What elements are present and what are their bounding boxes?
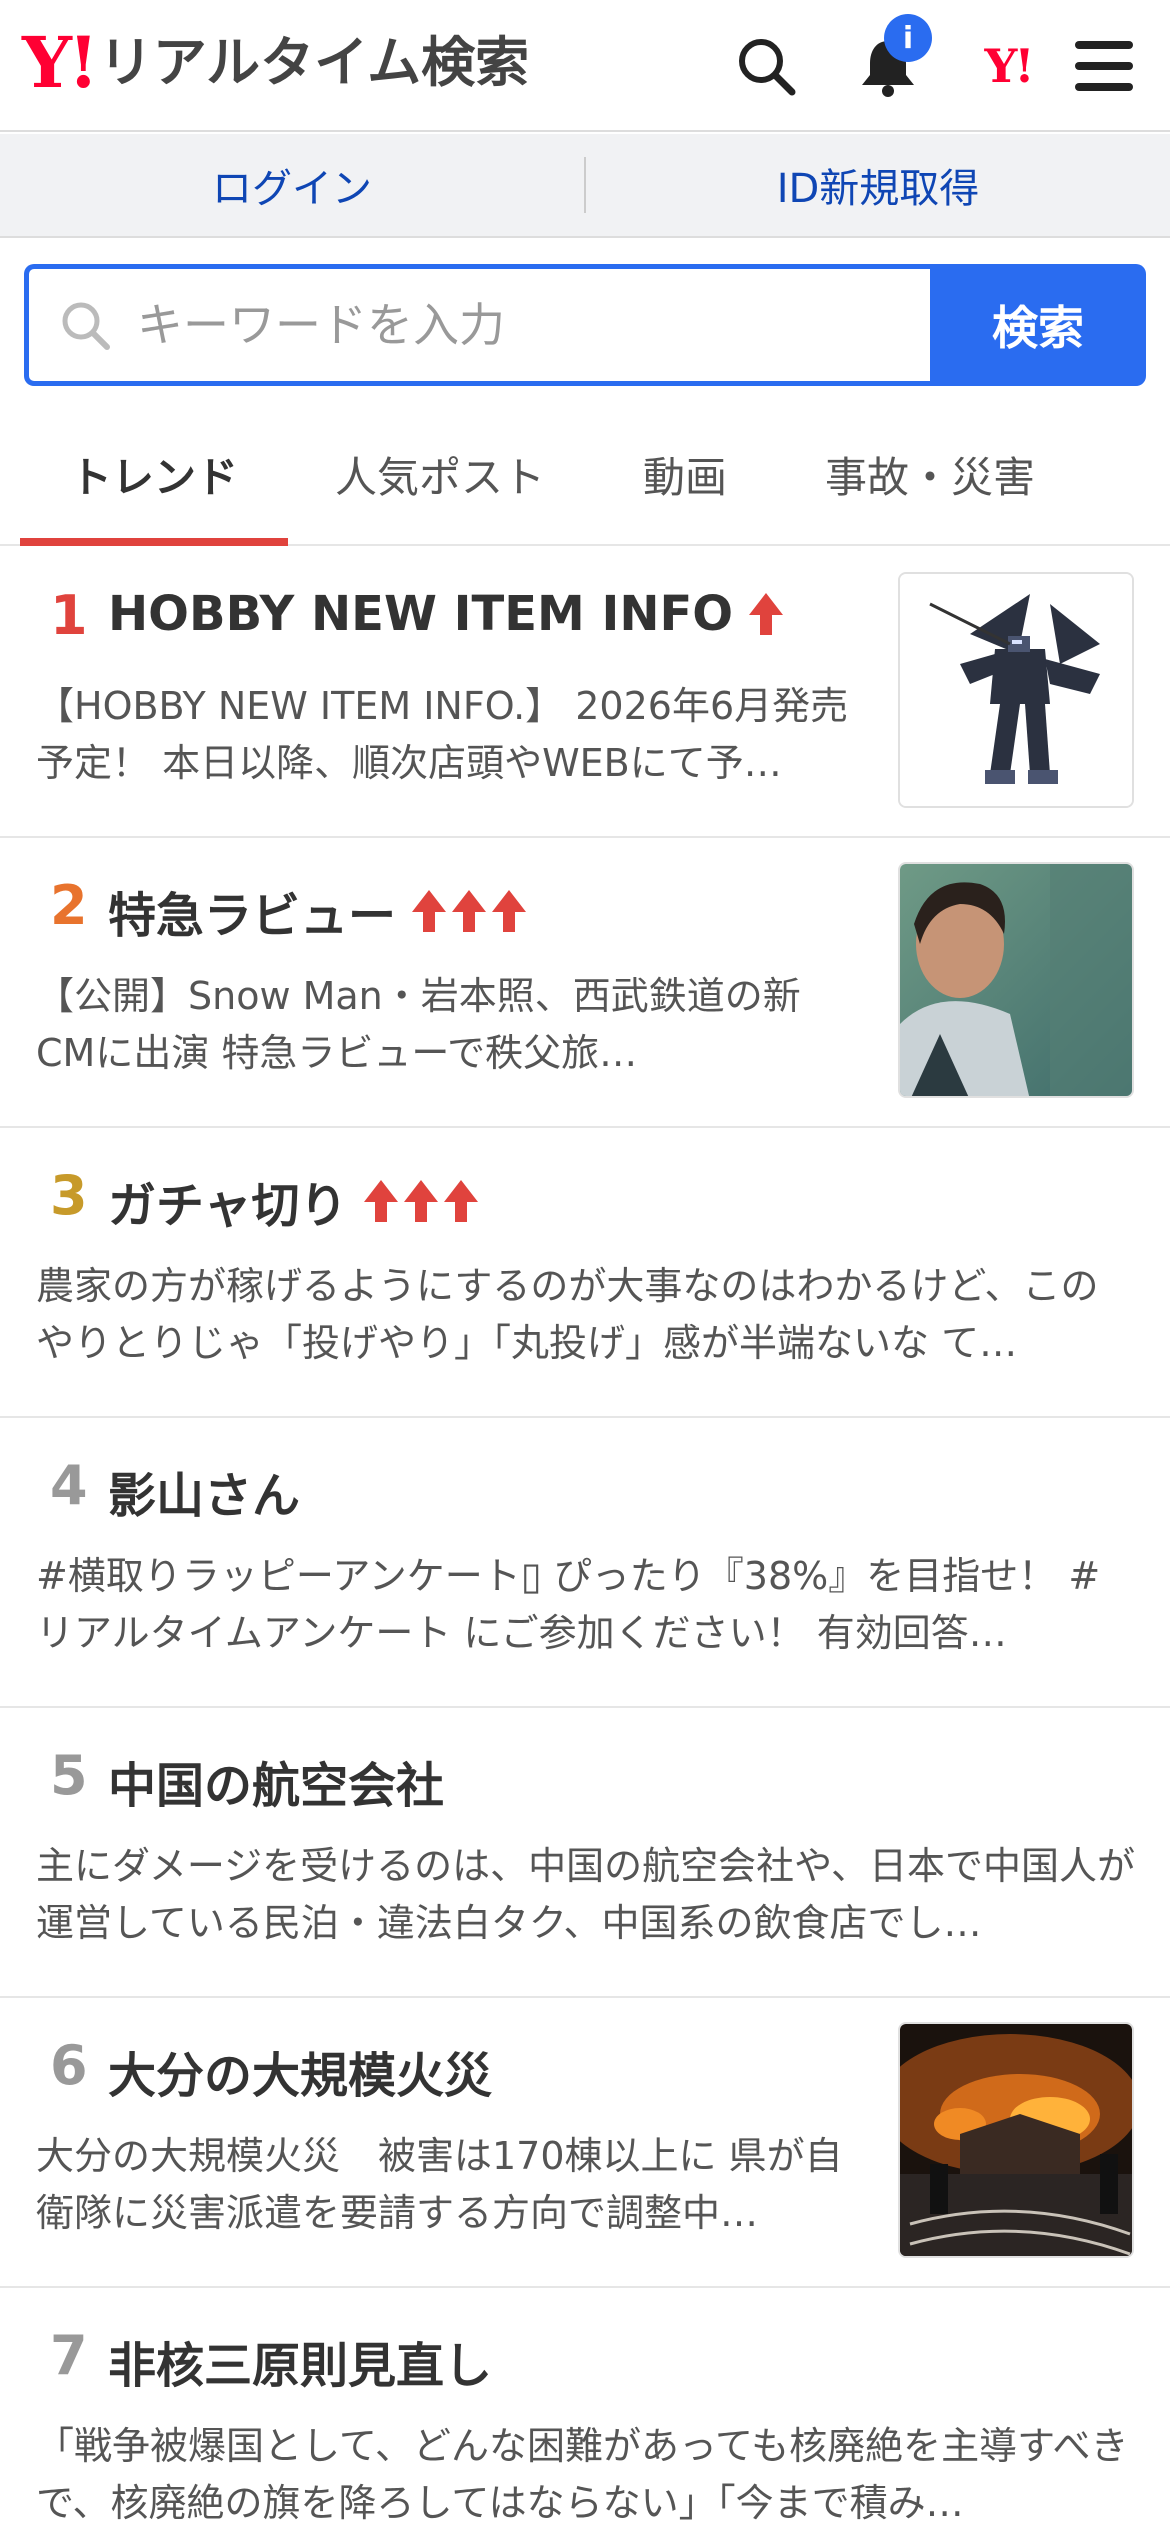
trend-title: 大分の大規模火災 <box>108 2048 493 2104</box>
rank-number: 2 <box>50 874 88 937</box>
register-link[interactable]: ID新規取得 <box>586 134 1170 236</box>
trend-item[interactable]: 6 大分の大規模火災 大分の大規模火災 被害は170棟以上に 県が自衛隊に災害派… <box>0 1998 1170 2288</box>
trend-item[interactable]: 7 非核三原則見直し 「戦争被爆国として、どんな困難があっても核廃絶を主導すべき… <box>0 2288 1170 2532</box>
trend-description: 主にダメージを受けるのは、中国の航空会社や、日本で中国人が運営している民泊・違法… <box>36 1844 1135 1945</box>
trend-item[interactable]: 2 特急ラビュー 【公開】Snow Man・岩本照、西武鉄道の新CMに出演 特急… <box>0 838 1170 1128</box>
rank-number: 6 <box>50 2034 88 2097</box>
trend-title-row: 特急ラビュー <box>108 876 530 946</box>
rank-number: 3 <box>50 1164 88 1227</box>
trend-description: 大分の大規模火災 被害は170棟以上に 県が自衛隊に災害派遣を要請する方向で調整… <box>36 2134 843 2235</box>
trend-description: #横取りラッピーアンケート▯ ぴったり『38%』を目指せ！ #リアルタイムアンケ… <box>36 1554 1101 1655</box>
search-form: 検索 <box>24 264 1146 386</box>
trend-title-row: ガチャ切り <box>108 1166 482 1236</box>
notification-bell-icon[interactable]: i <box>852 14 932 102</box>
trend-title: ガチャ切り <box>108 1178 348 1234</box>
rising-arrows <box>410 888 530 934</box>
rank-number: 4 <box>50 1454 88 1517</box>
up-arrow-icon <box>749 593 784 635</box>
rank-number: 5 <box>50 1744 88 1807</box>
trend-title-row: 非核三原則見直し <box>108 2326 492 2396</box>
trend-item[interactable]: 3 ガチャ切り 農家の方が稼げるようにするのが大事なのはわかるけど、このやりとり… <box>0 1128 1170 1418</box>
yahoo-realtime-logo[interactable]: Y! リアルタイム検索 <box>22 28 529 98</box>
rising-arrows <box>747 591 787 637</box>
trend-description: 【公開】Snow Man・岩本照、西武鉄道の新CMに出演 特急ラビューで秩父旅… <box>36 974 801 1075</box>
tab-popular-posts[interactable]: 人気ポスト <box>310 402 570 546</box>
login-bar: ログイン ID新規取得 <box>0 134 1170 238</box>
menu-icon[interactable] <box>1068 30 1140 102</box>
up-arrow-icon <box>403 1180 438 1222</box>
search-button[interactable]: 検索 <box>930 264 1146 386</box>
trend-title-row: 大分の大規模火災 <box>108 2036 492 2106</box>
trend-title: 特急ラビュー <box>108 888 397 944</box>
up-arrow-icon <box>492 890 527 932</box>
tab-accidents-disasters[interactable]: 事故・災害 <box>800 402 1060 546</box>
search-input[interactable] <box>137 298 930 352</box>
trend-item[interactable]: 5 中国の航空会社 主にダメージを受けるのは、中国の航空会社や、日本で中国人が運… <box>0 1708 1170 1998</box>
trend-title-row: HOBBY NEW ITEM INFO <box>108 586 787 642</box>
trend-title: 中国の航空会社 <box>108 1758 445 1814</box>
trend-list: 1 HOBBY NEW ITEM INFO 【HOBBY NEW ITEM IN… <box>0 548 1170 2532</box>
tab-trend[interactable]: トレンド <box>20 402 288 546</box>
logo-text: リアルタイム検索 <box>98 31 530 94</box>
up-arrow-icon <box>452 890 487 932</box>
trend-title: 非核三原則見直し <box>108 2338 493 2394</box>
trend-description: 【HOBBY NEW ITEM INFO.】 2026年6月発売予定！ 本日以降… <box>36 684 849 785</box>
notification-badge: i <box>884 14 932 62</box>
rank-number: 1 <box>50 584 88 647</box>
rising-arrows <box>362 1178 482 1224</box>
active-tab-indicator <box>20 538 288 546</box>
trend-item[interactable]: 4 影山さん #横取りラッピーアンケート▯ ぴったり『38%』を目指せ！ #リア… <box>0 1418 1170 1708</box>
tab-videos[interactable]: 動画 <box>600 402 770 546</box>
trend-thumbnail <box>898 862 1134 1098</box>
trend-thumbnail <box>898 2022 1134 2258</box>
search-icon[interactable] <box>730 30 802 102</box>
app-header: Y! リアルタイム検索 i Y! <box>0 0 1170 132</box>
trend-title: HOBBY NEW ITEM INFO <box>108 586 734 642</box>
up-arrow-icon <box>443 1180 478 1222</box>
up-arrow-icon <box>363 1180 398 1222</box>
trend-description: 「戦争被爆国として、どんな困難があっても核廃絶を主導すべきで、核廃絶の旗を降ろし… <box>36 2424 1129 2525</box>
trend-item[interactable]: 1 HOBBY NEW ITEM INFO 【HOBBY NEW ITEM IN… <box>0 548 1170 838</box>
rank-number: 7 <box>50 2324 88 2387</box>
trend-thumbnail <box>898 572 1134 808</box>
trend-title-row: 影山さん <box>108 1456 300 1526</box>
search-box <box>24 264 930 386</box>
login-link[interactable]: ログイン <box>0 134 584 236</box>
logo-mark: Y! <box>22 21 99 104</box>
search-field-icon <box>59 299 111 351</box>
up-arrow-icon <box>412 890 447 932</box>
trend-description: 農家の方が稼げるようにするのが大事なのはわかるけど、このやりとりじゃ「投げやり」… <box>36 1264 1099 1365</box>
yahoo-home-icon[interactable]: Y! <box>968 30 1048 102</box>
trend-title-row: 中国の航空会社 <box>108 1746 444 1816</box>
category-tabs: トレンド 人気ポスト 動画 事故・災害 <box>0 402 1170 546</box>
trend-title: 影山さん <box>108 1468 301 1524</box>
